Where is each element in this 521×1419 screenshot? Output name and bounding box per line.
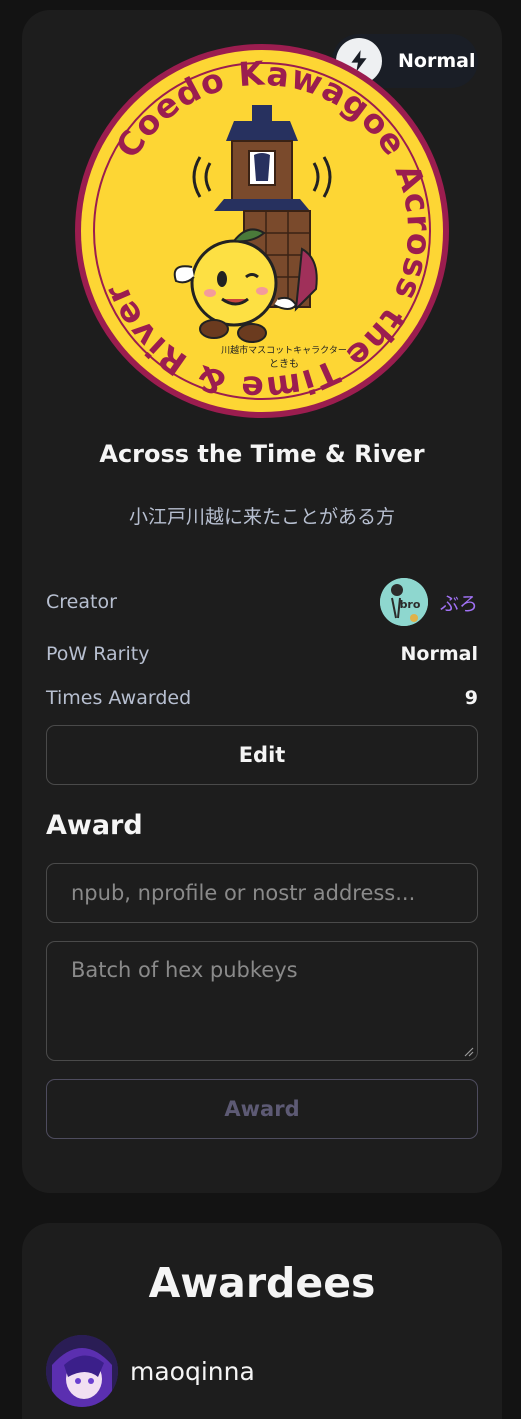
times-awarded-row: Times Awarded 9 — [46, 682, 478, 714]
award-section-title: Award — [46, 810, 143, 841]
badge-card: Normal Coedo Kawagoe Across the Time & R… — [22, 10, 502, 1193]
awardee-item[interactable]: maoqinna — [46, 1335, 255, 1407]
times-awarded-label: Times Awarded — [46, 687, 192, 709]
badge-image: Coedo Kawagoe Across the Time & River 川越… — [75, 44, 449, 418]
batch-pubkeys-textarea[interactable]: Batch of hex pubkeys — [46, 941, 478, 1061]
badge-description: 小江戸川越に来たことがある方 — [128, 506, 395, 528]
npub-input[interactable]: npub, nprofile or nostr address... — [46, 863, 478, 923]
awardee-name[interactable]: maoqinna — [130, 1357, 255, 1386]
batch-placeholder: Batch of hex pubkeys — [71, 958, 298, 982]
awardees-title: Awardees — [148, 1259, 376, 1307]
pow-rarity-row: PoW Rarity Normal — [46, 638, 478, 670]
creator-label: Creator — [46, 591, 117, 613]
awardees-card: Awardees maoqinna — [22, 1223, 502, 1419]
awardee-avatar[interactable] — [46, 1335, 118, 1407]
badge-caption-line2: ときも — [269, 358, 299, 370]
creator-row: Creator bro ぶろ — [46, 577, 478, 627]
pow-rarity-label: PoW Rarity — [46, 643, 150, 665]
creator-avatar-text: bro — [400, 598, 421, 611]
creator-link[interactable]: bro ぶろ — [379, 578, 478, 626]
pow-rarity-value: Normal — [400, 643, 478, 665]
edit-button[interactable]: Edit — [46, 725, 478, 785]
badge-caption-line1: 川越市マスコットキャラクター — [221, 344, 347, 356]
creator-name[interactable]: ぶろ — [440, 589, 478, 616]
times-awarded-value: 9 — [464, 687, 478, 709]
resize-grip-icon[interactable] — [464, 1047, 474, 1057]
award-button[interactable]: Award — [46, 1079, 478, 1139]
creator-avatar[interactable]: bro — [379, 578, 428, 626]
badge-title: Across the Time & River — [99, 440, 425, 468]
